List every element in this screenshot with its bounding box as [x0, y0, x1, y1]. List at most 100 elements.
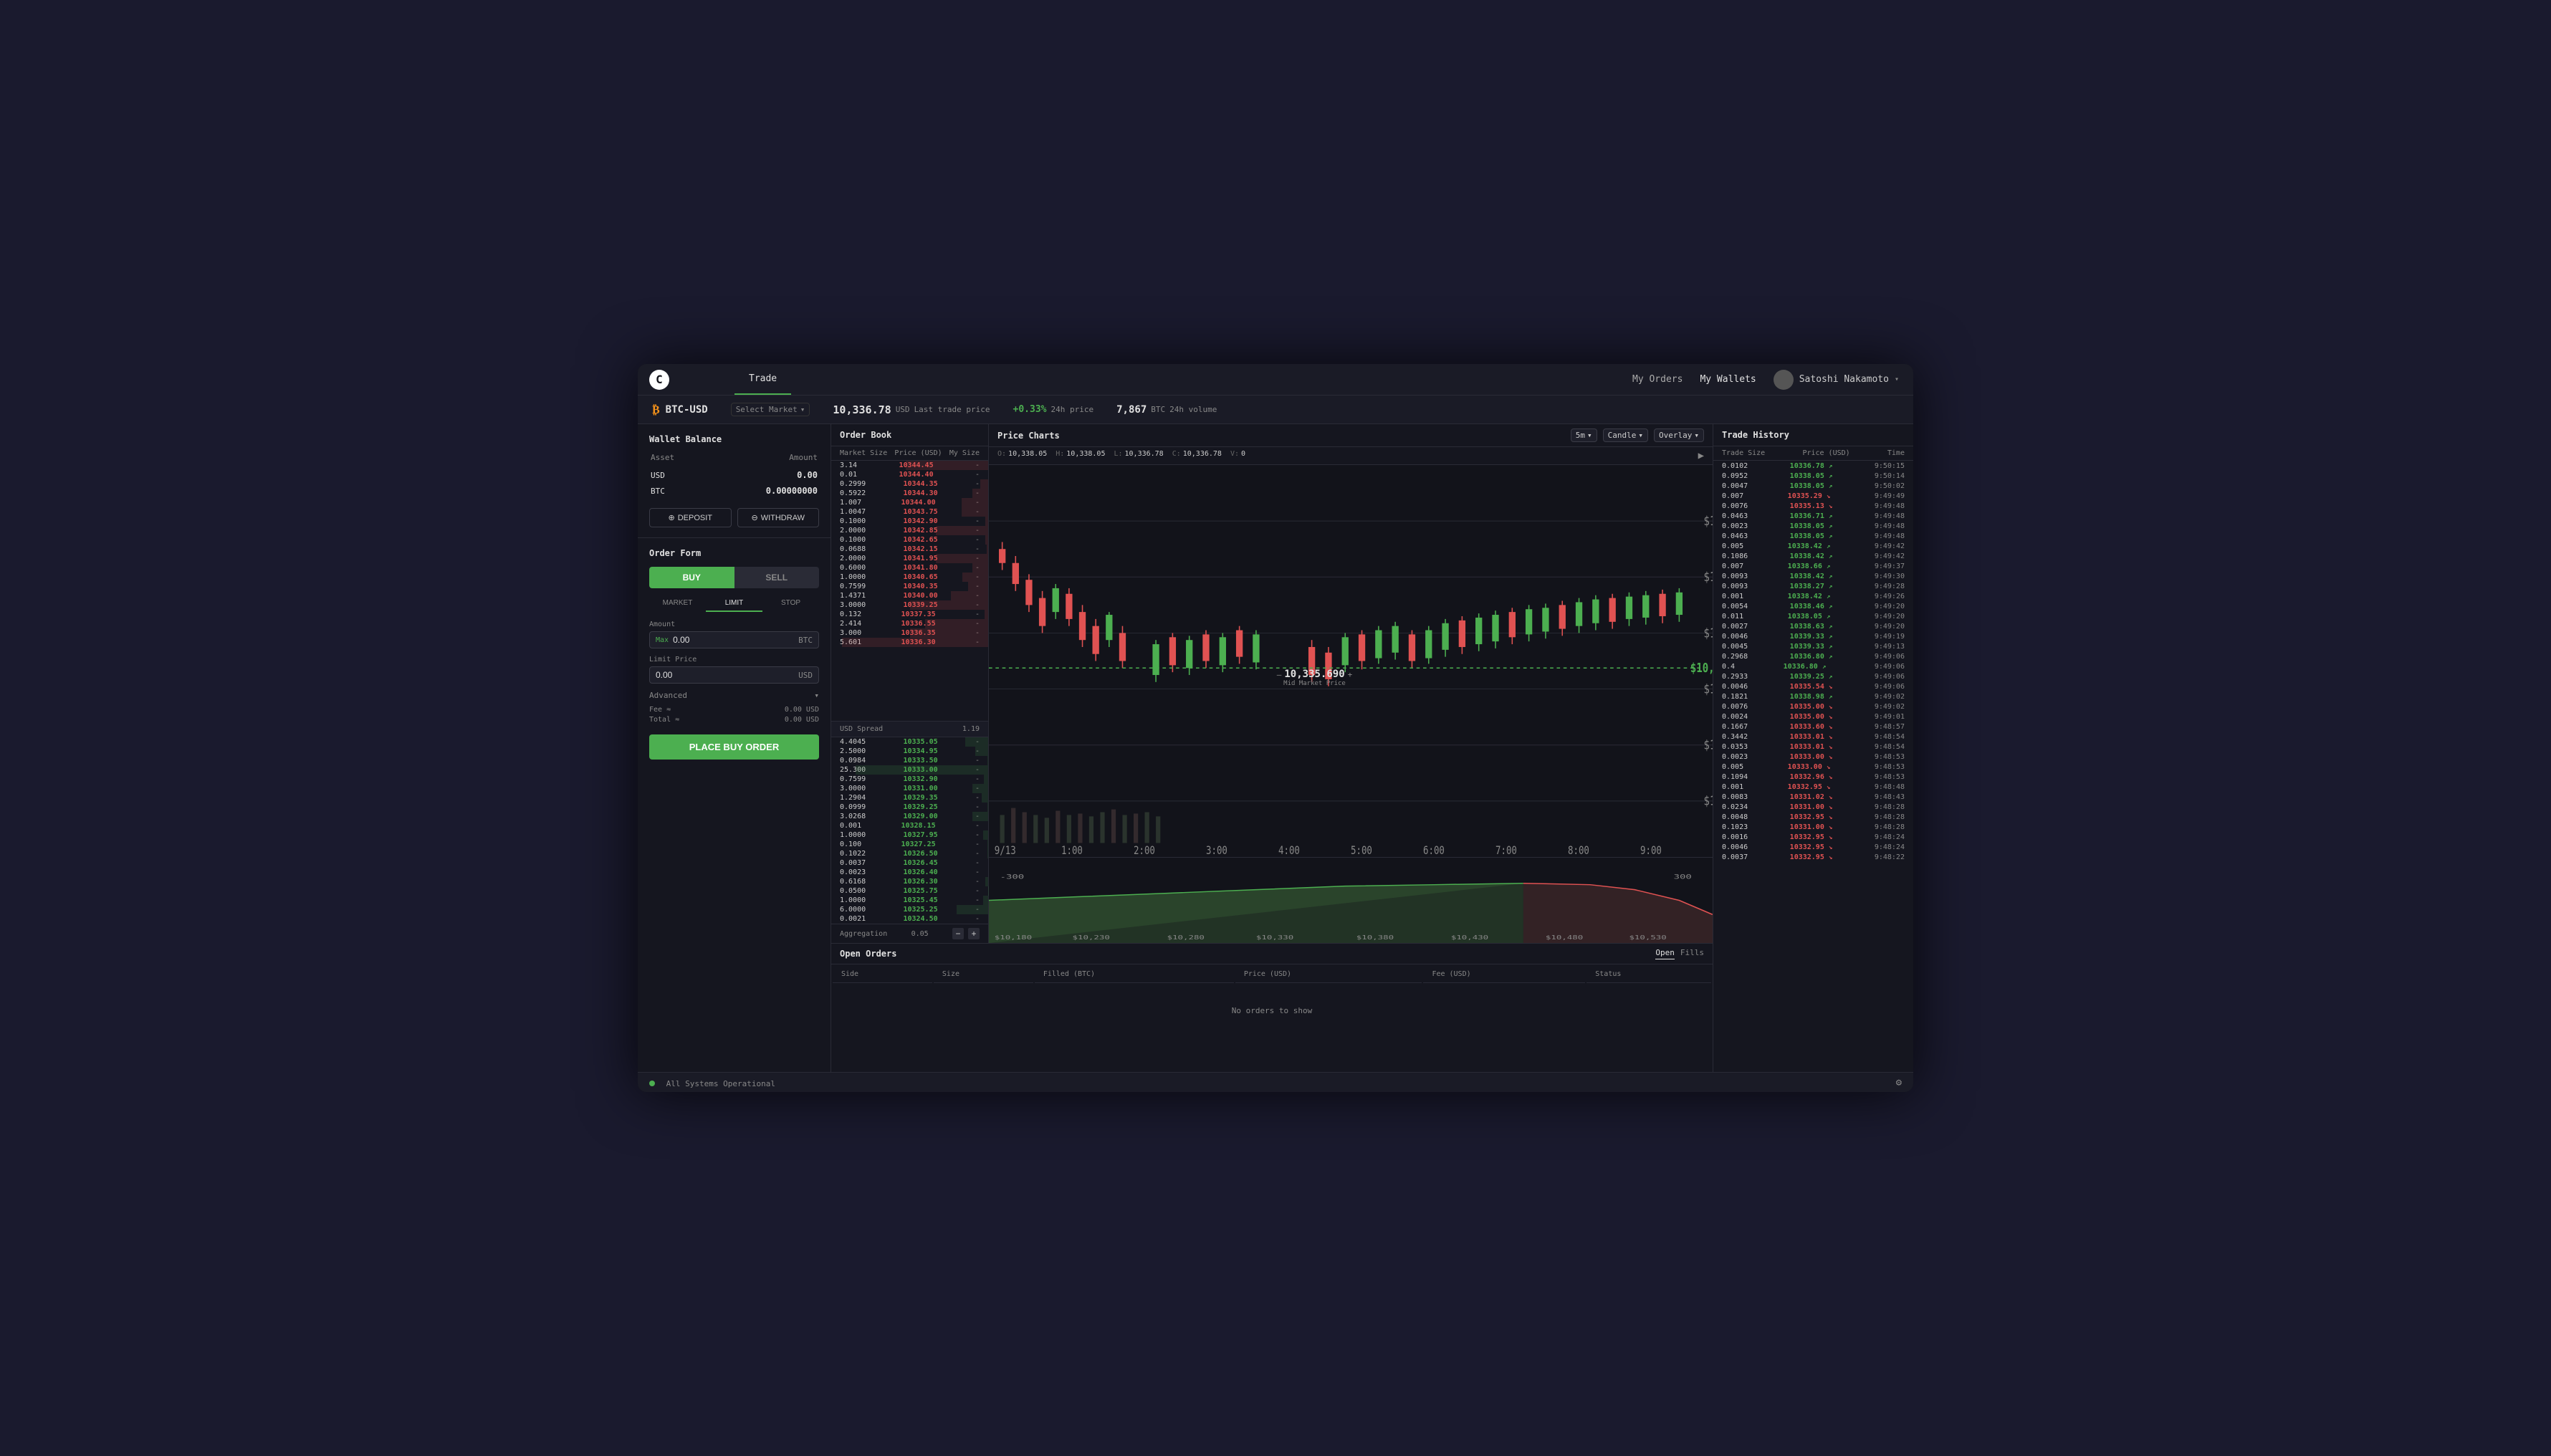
price-change: +0.33% 24h price: [1013, 404, 1094, 415]
order-book: Order Book Market Size Price (USD) My Si…: [831, 424, 989, 943]
order-book-bid-row[interactable]: 3.0268 10329.00 -: [831, 812, 988, 821]
amount-group: Amount Max BTC: [649, 621, 819, 648]
trade-history-row: 0.0083 10331.02 ↘ 9:48:43: [1713, 792, 1913, 802]
advanced-toggle[interactable]: Advanced ▾: [649, 691, 819, 700]
buy-button[interactable]: BUY: [649, 567, 734, 588]
deposit-button[interactable]: ⊕ DEPOSIT: [649, 508, 732, 527]
logo-icon[interactable]: C: [649, 370, 669, 390]
order-book-bid-row[interactable]: 4.4045 10335.05 -: [831, 737, 988, 747]
order-book-bid-row[interactable]: 0.0999 10329.25 -: [831, 803, 988, 812]
order-book-ask-row[interactable]: 2.414 10336.55 -: [831, 619, 988, 628]
order-book-bid-row[interactable]: 0.1022 10326.50 -: [831, 849, 988, 858]
order-book-ask-row[interactable]: 0.01 10344.40 -: [831, 470, 988, 479]
order-book-ask-row[interactable]: 1.007 10344.00 -: [831, 498, 988, 507]
order-book-bid-row[interactable]: 6.0000 10325.25 -: [831, 905, 988, 914]
amount-input-row: Max BTC: [649, 631, 819, 648]
tab-trade[interactable]: Trade: [734, 364, 791, 395]
trade-history-row: 0.0037 10332.95 ↘ 9:48:22: [1713, 852, 1913, 862]
trade-history-row: 0.005 10333.00 ↘ 9:48:53: [1713, 762, 1913, 772]
trade-history-row: 0.2968 10336.80 ↗ 9:49:06: [1713, 651, 1913, 661]
order-book-bid-row[interactable]: 0.0037 10326.45 -: [831, 858, 988, 868]
status-dot-icon: [649, 1081, 655, 1086]
order-book-bid-row[interactable]: 0.0500 10325.75 -: [831, 886, 988, 896]
price-charts: Price Charts 5m ▾ Candle ▾ Overl: [989, 424, 1713, 943]
svg-text:$10,325: $10,325: [1704, 681, 1713, 696]
timeframe-selector[interactable]: 5m ▾: [1571, 428, 1597, 442]
order-book-ask-row[interactable]: 2.0000 10341.95 -: [831, 554, 988, 563]
minus-icon: ⊖: [751, 513, 757, 522]
order-book-bid-row[interactable]: 0.0984 10333.50 -: [831, 756, 988, 765]
trade-history-row: 0.1086 10338.42 ↗ 9:49:42: [1713, 551, 1913, 561]
trade-history-row: 0.0046 10335.54 ↘ 9:49:06: [1713, 681, 1913, 691]
sell-button[interactable]: SELL: [734, 567, 820, 588]
chart-area[interactable]: $10,425 $10,400 $10,375 $10,336.78 $10,3…: [989, 465, 1713, 857]
fee-label: Fee ≈: [649, 706, 671, 714]
svg-text:$10,380: $10,380: [1356, 934, 1394, 941]
svg-text:5:00: 5:00: [1351, 845, 1372, 857]
trade-history-row: 0.0952 10338.05 ↗ 9:50:14: [1713, 471, 1913, 481]
order-book-ask-row[interactable]: 3.14 10344.45 -: [831, 461, 988, 470]
trade-history-row: 0.0054 10338.46 ↗ 9:49:20: [1713, 601, 1913, 611]
trade-history-row: 0.001 10338.42 ↗ 9:49:26: [1713, 591, 1913, 601]
order-book-ask-row[interactable]: 3.000 10336.35 -: [831, 628, 988, 638]
select-market-button[interactable]: Select Market ▾: [731, 403, 810, 416]
my-orders-link[interactable]: My Orders: [1632, 374, 1683, 385]
place-order-button[interactable]: PLACE BUY ORDER: [649, 734, 819, 760]
depth-chart[interactable]: $10,180 $10,230 $10,280 $10,330 $10,380 …: [989, 857, 1713, 943]
order-book-ask-row[interactable]: 0.132 10337.35 -: [831, 610, 988, 619]
user-menu[interactable]: Satoshi Nakamoto ▾: [1774, 370, 1899, 390]
order-book-ask-row[interactable]: 0.2999 10344.35 -: [831, 479, 988, 489]
amount-input[interactable]: [673, 635, 798, 645]
trade-history-row: 0.0093 10338.27 ↗ 9:49:28: [1713, 581, 1913, 591]
order-book-ask-row[interactable]: 1.0000 10340.65 -: [831, 573, 988, 582]
wallet-buttons: ⊕ DEPOSIT ⊖ WITHDRAW: [649, 508, 819, 527]
order-book-bid-row[interactable]: 3.0000 10331.00 -: [831, 784, 988, 793]
svg-text:$10,330: $10,330: [1256, 934, 1293, 941]
order-book-bid-row[interactable]: 0.6168 10326.30 -: [831, 877, 988, 886]
order-book-bid-row[interactable]: 0.7599 10332.90 -: [831, 775, 988, 784]
order-book-ask-row[interactable]: 3.0000 10339.25 -: [831, 600, 988, 610]
max-link[interactable]: Max: [656, 636, 669, 644]
order-book-ask-row[interactable]: 5.601 10336.30 -: [831, 638, 988, 647]
trade-history-row: 0.0048 10332.95 ↘ 9:48:28: [1713, 812, 1913, 822]
tab-market[interactable]: MARKET: [649, 595, 706, 612]
order-book-ask-row[interactable]: 1.4371 10340.00 -: [831, 591, 988, 600]
trade-history-row: 0.0046 10332.95 ↘ 9:48:24: [1713, 842, 1913, 852]
my-wallets-link[interactable]: My Wallets: [1700, 374, 1756, 385]
order-book-bid-row[interactable]: 1.0000 10325.45 -: [831, 896, 988, 905]
trade-history-body: 0.0102 10336.78 ↗ 9:50:15 0.0952 10338.0…: [1713, 461, 1913, 1072]
order-book-ask-row[interactable]: 0.7599 10340.35 -: [831, 582, 988, 591]
order-book-ask-row[interactable]: 0.6000 10341.80 -: [831, 563, 988, 573]
order-book-bid-row[interactable]: 1.2904 10329.35 -: [831, 793, 988, 803]
wallet-col-asset: Asset: [651, 453, 703, 466]
limit-price-input[interactable]: [656, 670, 798, 680]
ohlcv-open: O: 10,338.05: [997, 450, 1047, 461]
withdraw-button[interactable]: ⊖ WITHDRAW: [737, 508, 820, 527]
amount-currency: BTC: [798, 636, 813, 645]
tab-open[interactable]: Open: [1655, 948, 1675, 959]
aggregation-plus[interactable]: +: [968, 928, 980, 939]
order-book-bid-row[interactable]: 1.0000 10327.95 -: [831, 830, 988, 840]
overlay-selector[interactable]: Overlay ▾: [1654, 428, 1704, 442]
order-book-ask-row[interactable]: 0.1000 10342.65 -: [831, 535, 988, 545]
order-book-bid-row[interactable]: 25.300 10333.00 -: [831, 765, 988, 775]
tab-fills[interactable]: Fills: [1680, 948, 1704, 959]
nav-tabs: Trade: [734, 364, 1618, 395]
chart-type-selector[interactable]: Candle ▾: [1603, 428, 1648, 442]
order-book-bid-row[interactable]: 0.100 10327.25 -: [831, 840, 988, 849]
order-book-bid-row[interactable]: 0.0021 10324.50 -: [831, 914, 988, 924]
settings-icon[interactable]: ⚙: [1896, 1077, 1902, 1088]
svg-text:9/13: 9/13: [995, 845, 1016, 857]
order-book-ask-row[interactable]: 2.0000 10342.85 -: [831, 526, 988, 535]
order-book-ask-row[interactable]: 0.0688 10342.15 -: [831, 545, 988, 554]
tab-limit[interactable]: LIMIT: [706, 595, 762, 612]
order-book-bid-row[interactable]: 0.0023 10326.40 -: [831, 868, 988, 877]
chart-forward-icon[interactable]: ▶: [1698, 450, 1704, 461]
order-book-bid-row[interactable]: 0.001 10328.15 -: [831, 821, 988, 830]
tab-stop[interactable]: STOP: [762, 595, 819, 612]
order-book-ask-row[interactable]: 0.1000 10342.90 -: [831, 517, 988, 526]
order-book-bid-row[interactable]: 2.5000 10334.95 -: [831, 747, 988, 756]
order-book-ask-row[interactable]: 0.5922 10344.30 -: [831, 489, 988, 498]
order-book-ask-row[interactable]: 1.0047 10343.75 -: [831, 507, 988, 517]
aggregation-minus[interactable]: −: [952, 928, 964, 939]
